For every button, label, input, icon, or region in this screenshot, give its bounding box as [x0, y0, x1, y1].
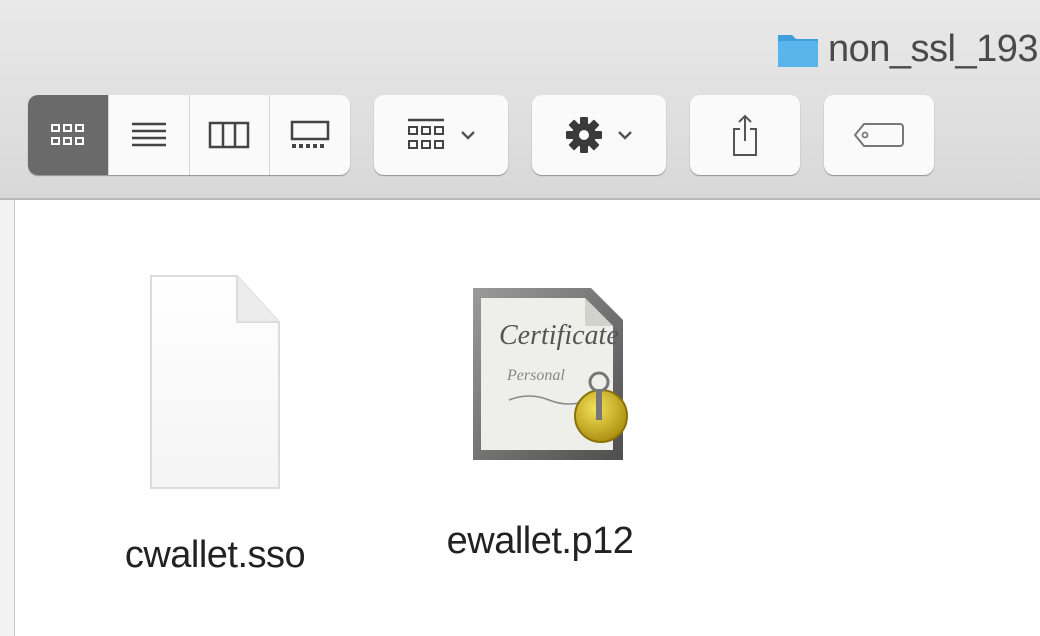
share-icon — [733, 114, 757, 156]
sidebar-edge — [0, 200, 15, 636]
columns-icon — [209, 121, 250, 149]
edit-tags-button[interactable] — [824, 95, 934, 175]
action-menu-button[interactable] — [532, 95, 666, 175]
file-name: ewallet.p12 — [446, 520, 634, 562]
gallery-icon — [290, 120, 330, 148]
gear-icon — [566, 117, 602, 153]
chevron-down-icon — [618, 131, 632, 140]
window-title-text: non_ssl_193 — [828, 27, 1039, 70]
icon-view-button[interactable] — [28, 95, 109, 175]
column-view-button[interactable] — [190, 95, 271, 175]
group-by-button[interactable] — [374, 95, 508, 175]
folder-icon — [778, 35, 818, 67]
group-grid-icon — [408, 118, 444, 149]
window-title: non_ssl_193 — [776, 24, 1039, 74]
blank-document-icon — [150, 275, 280, 489]
gallery-view-button[interactable] — [270, 95, 350, 175]
tag-icon — [853, 123, 904, 147]
list-icon — [131, 122, 166, 147]
finder-toolbar: non_ssl_193 — [0, 0, 1040, 200]
list-view-button[interactable] — [109, 95, 190, 175]
file-item[interactable]: cwallet.sso — [110, 272, 320, 577]
file-item[interactable]: Certificate Personal ewallet.p12 — [430, 284, 650, 563]
share-button[interactable] — [690, 95, 800, 175]
view-mode-segmented-control — [28, 95, 350, 175]
grid-icon — [50, 124, 84, 145]
certificate-icon: Certificate Personal — [473, 288, 628, 460]
svg-text:Certificate: Certificate — [499, 320, 619, 351]
svg-text:Personal: Personal — [506, 367, 565, 384]
file-name: cwallet.sso — [124, 534, 306, 576]
chevron-down-icon — [461, 131, 475, 140]
